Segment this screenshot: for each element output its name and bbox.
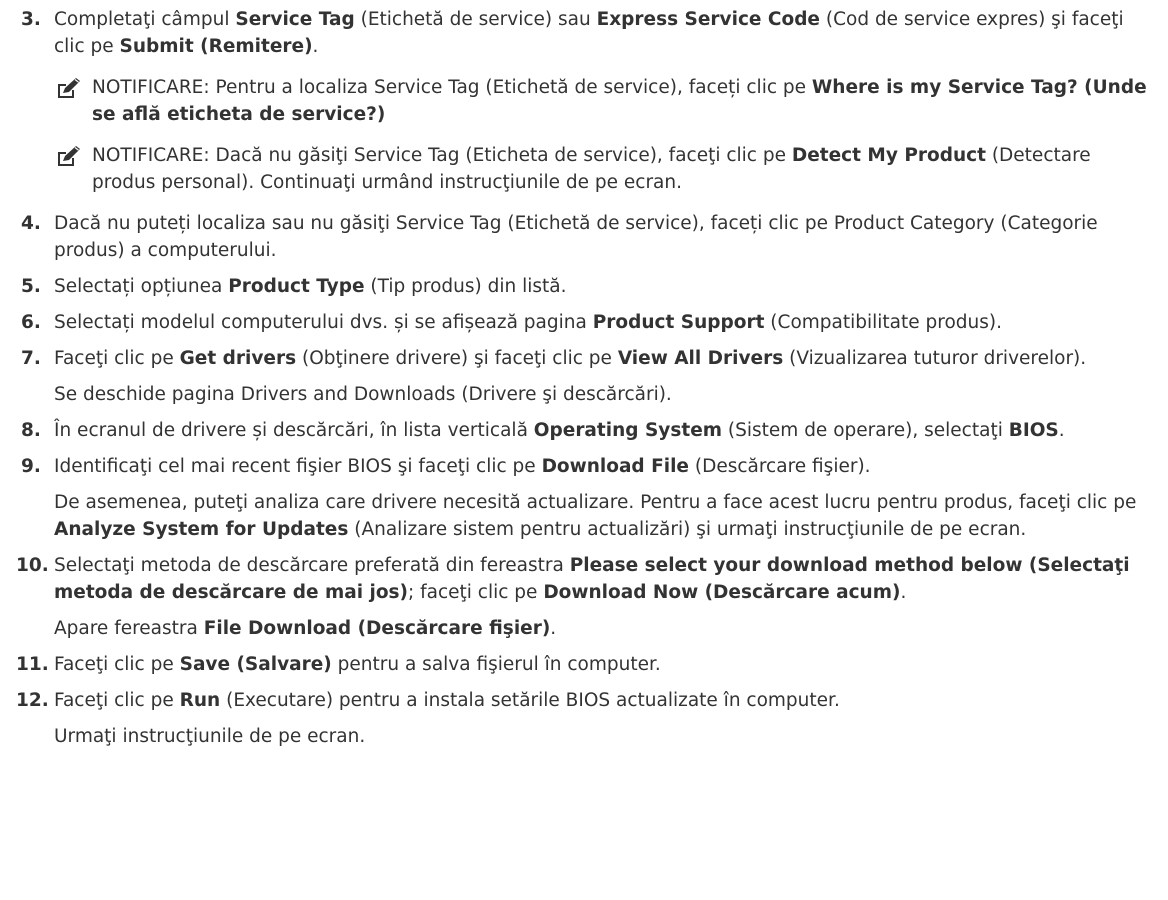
pencil-note-icon (56, 77, 82, 99)
bold-term: Save (Salvare) (179, 654, 332, 675)
text-run: (Tip produs) din listă. (364, 276, 567, 297)
instruction-document: 3. Completaţi câmpul Service Tag (Etichet… (0, 0, 1168, 750)
step-text: În ecranul de drivere și descărcări, în … (54, 417, 1148, 444)
note-label: NOTIFICARE: (92, 145, 210, 166)
bold-term: View All Drivers (617, 348, 784, 369)
step-number: 9. (21, 456, 41, 477)
text-run: Urmaţi instrucţiunile de pe ecran. (54, 726, 366, 747)
step-number: 6. (21, 312, 41, 333)
bold-term: Download File (541, 456, 689, 477)
text-run: (Compatibilitate produs). (764, 312, 1002, 333)
step-number: 5. (21, 276, 41, 297)
step-number: 4. (21, 213, 41, 234)
step-item: 8. În ecranul de drivere și descărcări, î… (0, 417, 1148, 444)
text-run: Dacă nu puteți localiza sau nu găsiţi Se… (54, 213, 1098, 261)
text-run: Identificaţi cel mai recent fişier BIOS … (54, 456, 542, 477)
step-result-text: Urmaţi instrucţiunile de pe ecran. (54, 723, 1148, 750)
step-item: 3. Completaţi câmpul Service Tag (Etichet… (0, 6, 1148, 196)
step-text: Selectați modelul computerului dvs. și s… (54, 309, 1148, 336)
step-item: 11. Faceţi clic pe Save (Salvare) pentru … (0, 651, 1148, 678)
step-text: Faceţi clic pe Save (Salvare) pentru a s… (54, 651, 1148, 678)
text-run: (Vizualizarea tuturor driverelor). (783, 348, 1087, 369)
step-number: 11. (16, 654, 49, 675)
text-run: (Analizare sistem pentru actualizări) şi… (348, 519, 1027, 540)
step-text: Selectați opțiunea Product Type (Tip pro… (54, 273, 1148, 300)
step-text: Dacă nu puteți localiza sau nu găsiţi Se… (54, 210, 1148, 264)
step-item: 6. Selectați modelul computerului dvs. și… (0, 309, 1148, 336)
text-run: . (550, 618, 557, 639)
text-run: . (900, 582, 907, 603)
step-text: Completaţi câmpul Service Tag (Etichetă … (54, 6, 1148, 60)
text-run: Faceţi clic pe (54, 348, 180, 369)
bold-term: File Download (Descărcare fişier) (203, 618, 551, 639)
text-run: (Executare) pentru a instala setările BI… (220, 690, 840, 711)
text-run: Faceţi clic pe (54, 654, 180, 675)
step-text: Faceţi clic pe Get drivers (Obţinere dri… (54, 345, 1148, 372)
text-run: Selectați opțiunea (54, 276, 229, 297)
step-number: 3. (21, 9, 41, 30)
bold-term: Analyze System for Updates (54, 519, 349, 540)
step-number: 10. (16, 555, 49, 576)
bold-term: Express Service Code (596, 9, 820, 30)
bold-term: Operating System (533, 420, 723, 441)
bold-term: Service Tag (235, 9, 355, 30)
step-item: 10. Selectaţi metoda de descărcare prefer… (0, 552, 1148, 642)
text-run: pentru a salva fişierul în computer. (331, 654, 661, 675)
bold-term: Run (179, 690, 221, 711)
note-box: NOTIFICARE: Dacă nu găsiţi Service Tag (… (56, 142, 1148, 196)
step-item: 5. Selectați opțiunea Product Type (Tip p… (0, 273, 1148, 300)
text-run: (Etichetă de service) sau (354, 9, 597, 30)
step-text: Selectaţi metoda de descărcare preferată… (54, 552, 1148, 606)
text-run: Apare fereastra (54, 618, 204, 639)
step-number: 12. (16, 690, 49, 711)
text-run: (Sistem de operare), selectaţi (722, 420, 1009, 441)
text-run: (Descărcare fişier). (688, 456, 871, 477)
step-item: 4. Dacă nu puteți localiza sau nu găsiţi … (0, 210, 1148, 264)
step-result-text: De asemenea, puteţi analiza care drivere… (54, 489, 1148, 543)
bold-term: Download Now (Descărcare acum) (543, 582, 901, 603)
pencil-note-icon (56, 145, 82, 167)
step-result-text: Se deschide pagina Drivers and Downloads… (54, 381, 1148, 408)
bold-term: Detect My Product (791, 145, 986, 166)
note-box: NOTIFICARE: Pentru a localiza Service Ta… (56, 74, 1148, 128)
text-run: Pentru a localiza Service Tag (Etichetă … (209, 77, 812, 98)
step-number: 7. (21, 348, 41, 369)
bold-term: Product Type (228, 276, 365, 297)
bold-term: Submit (Remitere) (119, 36, 313, 57)
step-result-text: Apare fereastra File Download (Descărcar… (54, 615, 1148, 642)
text-run: Faceţi clic pe (54, 690, 180, 711)
text-run: Selectaţi metoda de descărcare preferată… (54, 555, 570, 576)
bold-term: Get drivers (179, 348, 297, 369)
text-run: Dacă nu găsiţi Service Tag (Eticheta de … (209, 145, 792, 166)
step-text: Faceţi clic pe Run (Executare) pentru a … (54, 687, 1148, 714)
bold-term: Product Support (592, 312, 765, 333)
text-run: . (312, 36, 319, 57)
step-item: 7. Faceţi clic pe Get drivers (Obţinere d… (0, 345, 1148, 408)
step-text: Identificaţi cel mai recent fişier BIOS … (54, 453, 1148, 480)
step-item: 12. Faceţi clic pe Run (Executare) pentru… (0, 687, 1148, 750)
text-run: Completaţi câmpul (54, 9, 236, 30)
text-run: . (1058, 420, 1065, 441)
note-label: NOTIFICARE: (92, 77, 210, 98)
step-number: 8. (21, 420, 41, 441)
text-run: (Obţinere drivere) şi faceţi clic pe (296, 348, 618, 369)
text-run: În ecranul de drivere și descărcări, în … (54, 420, 534, 441)
step-item: 9. Identificaţi cel mai recent fişier BIO… (0, 453, 1148, 543)
text-run: Se deschide pagina Drivers and Downloads… (54, 384, 672, 405)
text-run: ; faceţi clic pe (408, 582, 544, 603)
text-run: Selectați modelul computerului dvs. și s… (54, 312, 593, 333)
bold-term: BIOS (1008, 420, 1059, 441)
text-run: De asemenea, puteţi analiza care drivere… (54, 492, 1137, 513)
